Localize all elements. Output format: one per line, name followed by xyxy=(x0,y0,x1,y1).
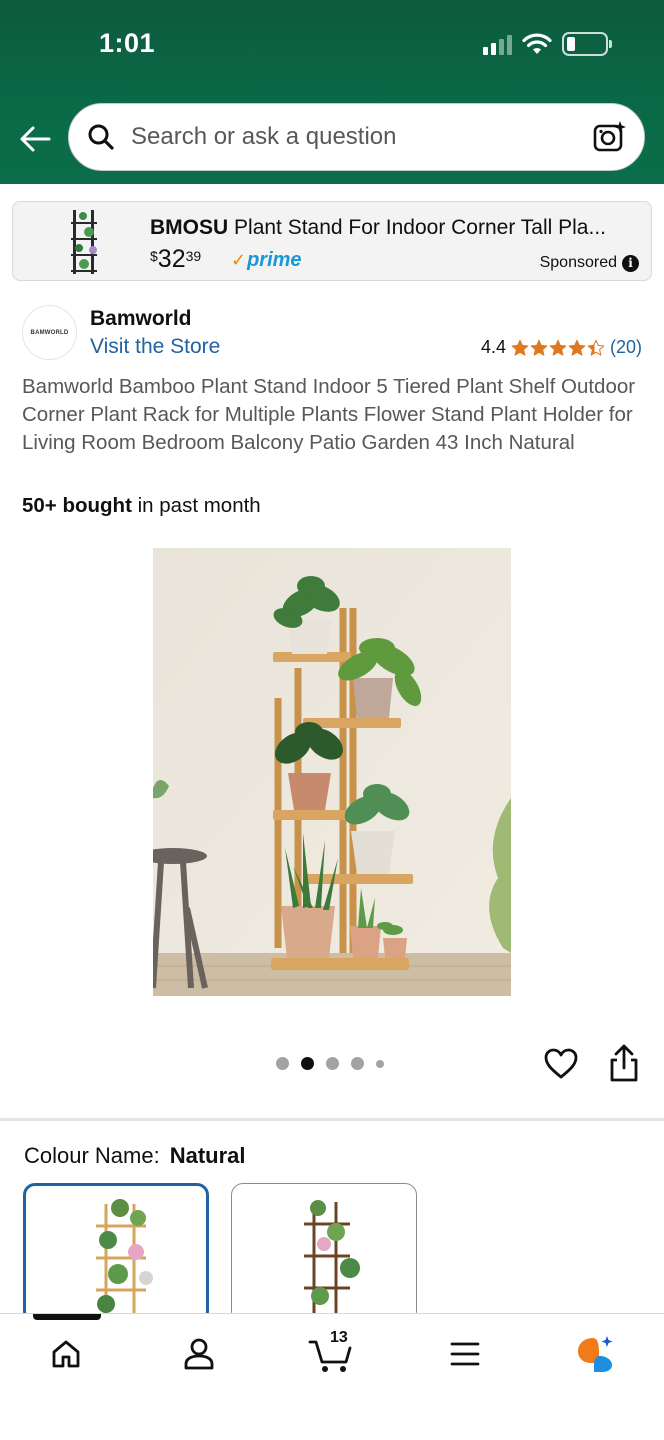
colour-swatch-brown[interactable] xyxy=(231,1183,417,1323)
brand-logo[interactable]: BAMWORLD xyxy=(22,305,77,360)
status-icons xyxy=(483,30,612,58)
sponsored-product-banner[interactable]: BMOSU Plant Stand For Indoor Corner Tall… xyxy=(12,201,652,281)
cart-count: 13 xyxy=(330,1329,348,1346)
sponsored-product-title: BMOSU Plant Stand For Indoor Corner Tall… xyxy=(150,216,630,240)
carousel-dot-active[interactable] xyxy=(301,1057,314,1070)
carousel-dots[interactable] xyxy=(276,1057,384,1070)
colour-swatch-natural[interactable] xyxy=(23,1183,209,1323)
nav-rufus[interactable] xyxy=(568,1332,624,1376)
rating-summary[interactable]: 4.4 (20) xyxy=(481,337,642,358)
brand-logo-text: BAMWORLD xyxy=(30,329,69,336)
colour-selector-label: Colour Name: Natural xyxy=(24,1143,246,1169)
purchase-count: 50+ bought in past month xyxy=(22,494,261,518)
prime-label: prime xyxy=(247,249,302,271)
share-icon[interactable] xyxy=(606,1044,642,1084)
star-rating xyxy=(511,339,605,357)
sponsored-price: $ 32 39 xyxy=(150,245,201,273)
nav-account[interactable] xyxy=(171,1332,227,1376)
visit-store-link[interactable]: Visit the Store xyxy=(90,335,220,359)
cellular-signal-icon xyxy=(483,33,512,55)
sponsored-product-thumbnail xyxy=(71,210,97,274)
back-button[interactable] xyxy=(18,122,52,156)
star-full-icon xyxy=(549,339,567,356)
info-icon: i xyxy=(622,254,639,272)
bottom-navigation: 13 xyxy=(0,1313,664,1440)
brand-name: Bamworld xyxy=(90,307,192,330)
star-half-icon xyxy=(587,339,605,356)
swatch-natural-image xyxy=(96,1199,153,1320)
star-full-icon xyxy=(511,339,529,356)
nav-home[interactable] xyxy=(38,1332,94,1376)
carousel-dot[interactable] xyxy=(376,1059,384,1068)
camera-sparkle-icon xyxy=(593,121,626,152)
active-tab-indicator xyxy=(33,1314,101,1320)
swatch-brown-image xyxy=(304,1200,360,1322)
carousel-dot[interactable] xyxy=(351,1057,364,1070)
home-icon xyxy=(52,1340,80,1368)
rufus-icon xyxy=(578,1336,613,1372)
price-whole: 32 xyxy=(157,245,186,273)
search-icon xyxy=(85,121,117,153)
battery-icon xyxy=(562,32,612,56)
sponsored-title-text: Plant Stand For Indoor Corner Tall Pla..… xyxy=(234,216,606,239)
prime-check-icon: ✓ xyxy=(231,250,247,270)
bought-rest: in past month xyxy=(131,494,261,517)
heart-icon[interactable] xyxy=(543,1046,579,1082)
back-arrow-icon xyxy=(20,126,51,152)
star-full-icon xyxy=(530,339,548,356)
price-symbol: $ xyxy=(150,248,158,264)
camera-search-button[interactable] xyxy=(592,119,628,155)
menu-icon xyxy=(450,1342,480,1366)
nav-cart[interactable]: 13 xyxy=(304,1329,360,1376)
sponsored-label: Sponsored xyxy=(539,254,617,271)
account-icon xyxy=(184,1338,214,1370)
app-header: 1:01 xyxy=(0,0,664,184)
star-full-icon xyxy=(568,339,586,356)
colour-label-text: Colour Name: xyxy=(24,1143,160,1168)
carousel-dot[interactable] xyxy=(276,1057,289,1070)
search-input[interactable] xyxy=(131,123,592,151)
prime-badge: ✓ prime xyxy=(231,249,302,272)
price-fraction: 39 xyxy=(185,248,202,264)
colour-selected-value: Natural xyxy=(169,1143,246,1168)
bought-count: 50+ bought xyxy=(22,494,132,517)
product-title: Bamworld Bamboo Plant Stand Indoor 5 Tie… xyxy=(22,375,636,454)
wifi-icon xyxy=(522,33,552,54)
carousel-dot[interactable] xyxy=(326,1057,339,1070)
product-main-image[interactable] xyxy=(153,548,511,996)
section-divider xyxy=(0,1118,664,1121)
search-bar[interactable] xyxy=(68,103,645,171)
rating-count: (20) xyxy=(609,337,642,357)
sponsored-brand: BMOSU xyxy=(150,216,229,239)
nav-menu[interactable] xyxy=(437,1332,493,1376)
rating-value: 4.4 xyxy=(480,337,506,357)
status-time: 1:01 xyxy=(99,28,156,58)
sponsored-info[interactable]: Sponsored i xyxy=(540,254,639,272)
